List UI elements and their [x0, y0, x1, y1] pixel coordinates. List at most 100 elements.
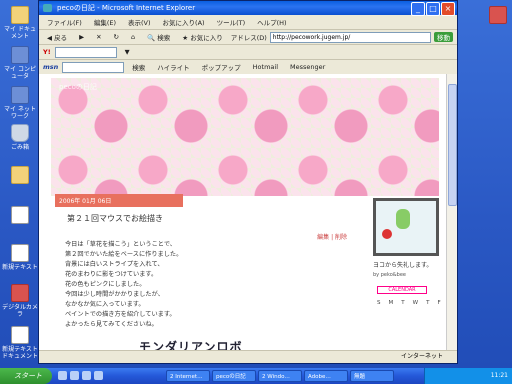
post-line: 今回は少し時間がかかりましたが、 — [65, 291, 164, 298]
calendar-day: F — [437, 300, 441, 306]
title-bar[interactable]: pecoの日記 - Microsoft Internet Explorer _ … — [39, 1, 457, 16]
favorites-button[interactable]: ★ お気に入り — [178, 30, 226, 44]
clock[interactable]: 11:21 — [491, 372, 508, 379]
menu-tools[interactable]: ツール(T) — [213, 15, 250, 29]
address-label: アドレス(D) — [230, 34, 267, 42]
msn-link-popup[interactable]: ポップアップ — [198, 60, 245, 74]
task-button[interactable]: 2 Internet… — [166, 370, 210, 382]
desktop-icon-folder[interactable] — [2, 166, 38, 186]
task-button[interactable]: 無題 — [350, 370, 394, 382]
calendar-day: W — [412, 300, 419, 306]
desktop-icon-text-doc[interactable]: 新規テキスト ドキュメント — [2, 326, 38, 360]
calendar-day: T — [401, 300, 405, 306]
status-bar: インターネット — [39, 350, 457, 363]
desktop-icon-camera[interactable]: デジタルカメラ — [2, 284, 38, 318]
stop-icon[interactable]: ✕ — [92, 31, 105, 43]
close-button[interactable]: × — [441, 2, 455, 16]
refresh-icon[interactable]: ↻ — [110, 31, 123, 43]
post-title: 第２１回マウスでお絵描き — [67, 214, 163, 223]
msn-search-input[interactable] — [62, 61, 125, 73]
desktop-icon-my-documents[interactable]: マイ ドキュメント — [2, 6, 38, 40]
vertical-scrollbar[interactable] — [446, 74, 457, 350]
minimize-button[interactable]: _ — [411, 2, 425, 16]
desktop-icon-label: 新規テキスト ドキュメント — [2, 346, 39, 360]
scrollbar-thumb[interactable] — [448, 84, 457, 206]
blog-post: 2006年 01月 06日 第２１回マウスでお絵描き 編集 | 削除 今日は「草… — [55, 194, 355, 350]
yahoo-toolbar: Y! ▼ — [39, 45, 457, 60]
menu-help[interactable]: ヘルプ(H) — [253, 15, 290, 29]
yahoo-search-input[interactable] — [54, 46, 117, 58]
post-line: 今日は「草花を描こう」ということで、 — [65, 241, 176, 248]
quicklaunch-icon[interactable] — [70, 371, 79, 380]
post-edit-links[interactable]: 編集 | 削除 — [317, 232, 347, 241]
quicklaunch-icon[interactable] — [94, 371, 103, 380]
quicklaunch-icon[interactable] — [82, 371, 91, 380]
post-line: 花の色もピンクにしました。 — [65, 281, 146, 288]
taskbar: スタート 2 Internet… pecoの日記 2 Windo… Adobe…… — [0, 368, 512, 384]
document-icon — [11, 206, 29, 224]
task-button[interactable]: 2 Windo… — [258, 370, 302, 382]
msn-link-hotmail[interactable]: Hotmail — [249, 61, 282, 73]
yahoo-search-button[interactable]: ▼ — [121, 46, 134, 58]
network-icon — [11, 86, 29, 104]
blog-banner: pecoの日記 — [51, 78, 439, 196]
folder-icon — [11, 6, 29, 24]
post-date: 2006年 01月 06日 — [55, 194, 183, 207]
forward-button[interactable]: ▶ — [75, 31, 88, 43]
menu-file[interactable]: ファイル(F) — [43, 15, 86, 29]
go-button[interactable]: 移動 — [434, 32, 453, 42]
task-list: 2 Internet… pecoの日記 2 Windo… Adobe… 無題 — [166, 370, 394, 382]
start-button[interactable]: スタート — [0, 368, 52, 384]
computer-icon — [11, 46, 29, 64]
address-input[interactable] — [269, 31, 431, 43]
desktop-icon-document[interactable] — [2, 206, 38, 226]
desktop-icon-recycle-bin[interactable]: ごみ箱 — [2, 124, 38, 151]
task-button[interactable]: Adobe… — [304, 370, 348, 382]
desktop-icon-label: 新規テキスト — [2, 264, 38, 271]
favorites-label: お気に入り — [190, 34, 223, 42]
post-line: 花のまわりに影をつけています。 — [65, 271, 158, 278]
desktop-icon-label: デジタルカメラ — [2, 304, 38, 318]
maximize-button[interactable]: □ — [426, 2, 440, 16]
quicklaunch-icon[interactable] — [58, 371, 67, 380]
calendar-day: T — [426, 300, 430, 306]
sidebar: ヨコから失礼します。 by peko&bee CALENDAR S M T W … — [369, 194, 441, 306]
window-title: pecoの日記 - Microsoft Internet Explorer — [57, 4, 196, 12]
msn-link-search[interactable]: 検索 — [128, 60, 149, 74]
apple-figure — [382, 229, 392, 239]
desktop-icon-my-network[interactable]: マイ ネットワーク — [2, 86, 38, 120]
search-button[interactable]: 🔍 検索 — [143, 30, 174, 44]
system-tray: 11:21 — [424, 368, 512, 384]
menu-edit[interactable]: 編集(E) — [90, 15, 120, 29]
msn-logo: msn — [43, 63, 59, 71]
home-icon[interactable]: ⌂ — [127, 31, 139, 43]
desktop-icon-label: ごみ箱 — [10, 144, 29, 151]
site-title[interactable]: pecoの日記 — [59, 82, 97, 92]
folder-icon — [11, 166, 29, 184]
menu-favorites[interactable]: お気に入り(A) — [159, 15, 209, 29]
browser-window: pecoの日記 - Microsoft Internet Explorer _ … — [38, 0, 458, 364]
task-button[interactable]: pecoの日記 — [212, 370, 256, 382]
post-line: 第２回でかいた絵をベースに作りました。 — [65, 251, 183, 258]
desktop-icon-text[interactable]: 新規テキスト — [2, 244, 38, 271]
camera-icon — [11, 284, 29, 302]
post-body: 今日は「草花を描こう」ということで、 第２回でかいた絵をベースに作りました。 背… — [65, 240, 355, 330]
profile-image — [373, 198, 439, 256]
back-label: 戻る — [54, 34, 68, 42]
msn-link-highlight[interactable]: ハイライト — [153, 60, 193, 74]
menu-view[interactable]: 表示(V) — [124, 15, 155, 29]
security-zone: インターネット — [400, 353, 443, 360]
ie-icon — [43, 4, 52, 12]
sidebar-author: by peko&bee — [373, 272, 406, 278]
address-toolbar: ◀ 戻る ▶ ✕ ↻ ⌂ 🔍 検索 ★ お気に入り アドレス(D) 移動 — [39, 30, 457, 45]
calendar-day: S — [377, 300, 381, 306]
msn-link-messenger[interactable]: Messenger — [286, 61, 329, 73]
search-label: 検索 — [157, 34, 171, 42]
quick-launch — [58, 371, 103, 380]
desktop-icon-top-right[interactable] — [480, 6, 512, 26]
desktop-icon-label: マイ ドキュメント — [4, 26, 36, 40]
post-line: なかなか気に入っています。 — [65, 301, 145, 308]
back-button[interactable]: ◀ 戻る — [43, 30, 71, 44]
desktop-icon-my-computer[interactable]: マイ コンピュータ — [2, 46, 38, 80]
post-logo: モンダリアンロボ — [139, 340, 243, 350]
